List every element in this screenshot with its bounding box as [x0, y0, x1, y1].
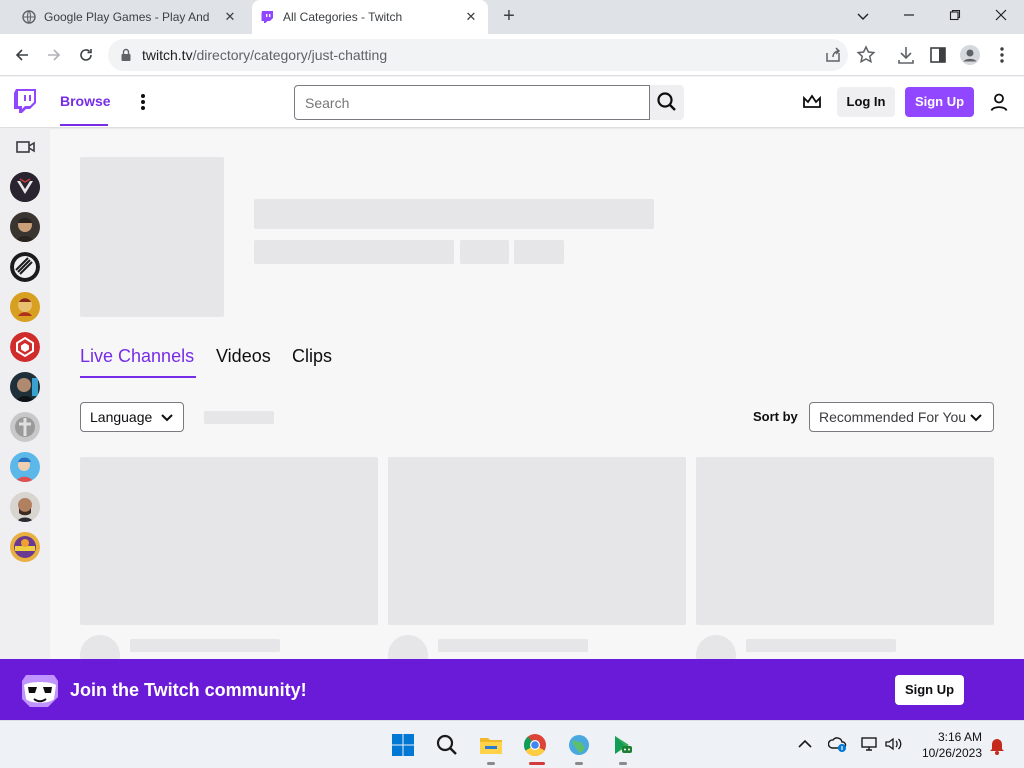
share-icon[interactable]: [822, 44, 844, 66]
category-meta-placeholder: [254, 240, 454, 264]
system-clock[interactable]: 3:16 AM 10/26/2023: [912, 729, 982, 761]
sort-by-label: Sort by: [753, 409, 798, 424]
download-icon[interactable]: [895, 44, 917, 66]
tab-live-channels[interactable]: Live Channels: [80, 346, 194, 367]
glitch-mascot-icon: [22, 675, 58, 707]
join-community-banner: Join the Twitch community! Sign Up: [0, 659, 1024, 720]
side-panel-icon[interactable]: [927, 44, 949, 66]
browse-active-underline: [60, 124, 108, 126]
channel-avatar[interactable]: [10, 452, 40, 482]
tab-title: Google Play Games - Play Andro: [44, 10, 209, 24]
banner-text: Join the Twitch community!: [70, 680, 307, 700]
clock-date: 10/26/2023: [921, 746, 982, 760]
browser-toolbar: twitch.tv/directory/category/just-chatti…: [0, 34, 1024, 76]
category-title-placeholder: [254, 199, 654, 229]
profile-avatar-icon[interactable]: [959, 44, 981, 66]
file-explorer-icon[interactable]: [479, 733, 503, 757]
more-options-icon[interactable]: [138, 92, 148, 112]
twitch-favicon-icon: [261, 11, 273, 23]
notification-bell-icon[interactable]: [988, 735, 1006, 755]
login-button[interactable]: Log In: [837, 87, 895, 117]
tab-title: All Categories - Twitch: [283, 10, 403, 24]
back-icon[interactable]: [10, 43, 34, 67]
close-tab-icon[interactable]: ✕: [223, 10, 237, 24]
close-tab-icon[interactable]: ✕: [464, 10, 478, 24]
search-icon: [657, 92, 676, 111]
channel-avatar[interactable]: [10, 172, 40, 202]
forward-icon[interactable]: [42, 43, 66, 67]
chevron-down-icon: [161, 414, 173, 422]
running-indicator: [575, 762, 583, 765]
network-icon[interactable]: [860, 735, 878, 753]
stream-title-placeholder: [746, 639, 896, 652]
category-tag-placeholder: [460, 240, 509, 264]
sort-value: Recommended For You: [819, 409, 967, 425]
running-indicator: [487, 762, 495, 765]
tab-strip: Google Play Games - Play Andro ✕ All Cat…: [0, 0, 1024, 34]
chrome-icon[interactable]: [523, 733, 547, 757]
menu-kebab-icon[interactable]: [991, 44, 1013, 66]
browse-link[interactable]: Browse: [60, 93, 111, 109]
stream-card-thumbnail-placeholder: [388, 457, 686, 625]
channel-avatar[interactable]: [10, 492, 40, 522]
user-menu-icon[interactable]: [989, 92, 1009, 112]
category-boxart-placeholder: [80, 157, 224, 317]
search-input[interactable]: [294, 85, 650, 120]
channel-avatar[interactable]: [10, 372, 40, 402]
followed-channels-camera-icon[interactable]: [16, 140, 36, 154]
onedrive-status-icon[interactable]: [828, 735, 848, 753]
channel-avatar[interactable]: [10, 332, 40, 362]
running-indicator: [619, 762, 627, 765]
chevron-down-icon: [970, 414, 982, 422]
clock-time: 3:16 AM: [937, 730, 982, 744]
reload-icon[interactable]: [74, 43, 98, 67]
stream-card-thumbnail-placeholder: [80, 457, 378, 625]
tag-filter-placeholder: [204, 411, 274, 424]
active-tab-underline: [80, 376, 196, 378]
channel-avatar[interactable]: [10, 412, 40, 442]
windows-taskbar: 3:16 AM 10/26/2023: [0, 720, 1024, 768]
show-hidden-icons-chevron-icon[interactable]: [796, 735, 814, 753]
lock-icon: [121, 48, 131, 61]
windows-start-icon[interactable]: [391, 733, 415, 757]
twitch-logo-icon[interactable]: [13, 89, 37, 115]
tab-clips[interactable]: Clips: [292, 346, 332, 367]
minimize-icon[interactable]: [898, 6, 920, 26]
channel-avatar[interactable]: [10, 212, 40, 242]
globe-icon: [22, 10, 36, 24]
volume-icon[interactable]: [884, 735, 904, 753]
close-window-icon[interactable]: [990, 6, 1012, 26]
twitch-top-nav: Browse Log In Sign Up: [0, 77, 1024, 127]
stream-title-placeholder: [130, 639, 280, 652]
search-button[interactable]: [650, 85, 684, 120]
signup-button[interactable]: Sign Up: [905, 87, 974, 117]
language-filter-dropdown[interactable]: Language: [80, 402, 184, 432]
sort-dropdown[interactable]: Recommended For You: [809, 402, 994, 432]
category-tag-placeholder: [514, 240, 564, 264]
stream-title-placeholder: [438, 639, 588, 652]
restore-icon[interactable]: [944, 6, 966, 26]
tab-videos[interactable]: Videos: [216, 346, 271, 367]
channel-avatar[interactable]: [10, 292, 40, 322]
google-play-games-icon[interactable]: [611, 733, 635, 757]
address-bar[interactable]: twitch.tv/directory/category/just-chatti…: [108, 39, 848, 71]
stream-card-thumbnail-placeholder: [696, 457, 994, 625]
side-nav: [0, 128, 50, 660]
prime-crown-icon[interactable]: [802, 94, 822, 110]
tab-google-play-games[interactable]: Google Play Games - Play Andro ✕: [22, 0, 247, 34]
bookmark-star-icon[interactable]: [855, 44, 877, 66]
maps-globe-icon[interactable]: [567, 733, 591, 757]
banner-signup-button[interactable]: Sign Up: [895, 675, 964, 705]
channel-avatar[interactable]: [10, 252, 40, 282]
url-text: twitch.tv/directory/category/just-chatti…: [142, 47, 388, 63]
language-filter-label: Language: [90, 409, 153, 425]
channel-avatar[interactable]: [10, 532, 40, 562]
tab-twitch[interactable]: All Categories - Twitch ✕: [252, 0, 488, 34]
active-app-indicator: [529, 762, 545, 765]
new-tab-icon[interactable]: +: [498, 6, 520, 28]
tab-search-chevron-icon[interactable]: [852, 6, 874, 26]
taskbar-search-icon[interactable]: [435, 733, 459, 757]
